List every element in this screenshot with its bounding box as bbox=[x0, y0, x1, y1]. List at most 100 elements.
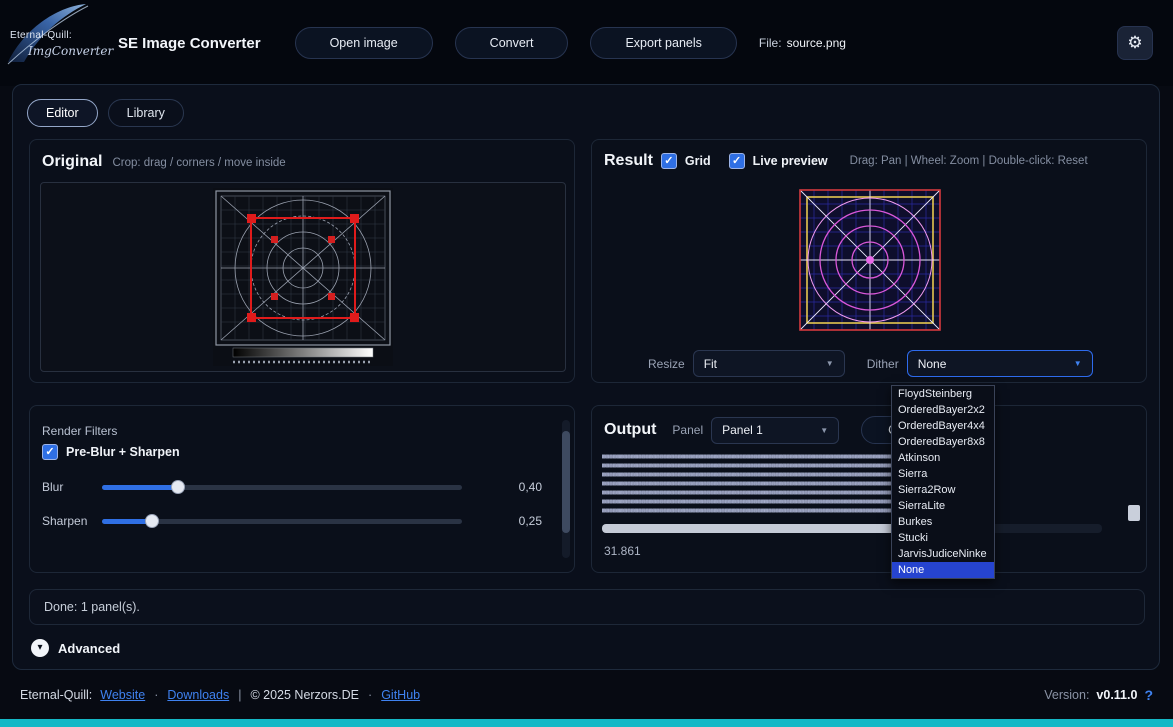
check-icon: ✓ bbox=[45, 445, 55, 458]
original-image bbox=[213, 188, 393, 366]
result-preview[interactable] bbox=[602, 184, 1138, 336]
dither-option[interactable]: Sierra2Row bbox=[892, 482, 994, 498]
version-label: Version: bbox=[1044, 687, 1090, 702]
advanced-toggle[interactable]: ▾ Advanced bbox=[31, 639, 120, 657]
dither-option[interactable]: Atkinson bbox=[892, 450, 994, 466]
output-vscrollbar-thumb[interactable] bbox=[1128, 505, 1140, 522]
render-filters-panel: Render Filters ✓ Pre-Blur + Sharpen Blur… bbox=[29, 405, 575, 573]
downloads-link[interactable]: Downloads bbox=[167, 688, 229, 702]
check-icon: ✓ bbox=[664, 154, 674, 167]
original-title: Original bbox=[42, 153, 103, 170]
export-panels-button[interactable]: Export panels bbox=[590, 27, 737, 59]
output-panel-label: Panel bbox=[672, 423, 704, 437]
tab-library[interactable]: Library bbox=[107, 99, 184, 127]
dither-select[interactable]: None ▼ bbox=[906, 350, 1093, 377]
settings-button[interactable]: ⚙ bbox=[1117, 26, 1153, 60]
logo-line1: Eternal-Quill: bbox=[10, 30, 72, 41]
footer-brand: Eternal-Quill: bbox=[20, 687, 93, 702]
dither-label: Dither bbox=[866, 356, 899, 371]
output-vscrollbar[interactable] bbox=[1128, 452, 1140, 538]
original-panel: Original Crop: drag / corners / move ins… bbox=[29, 139, 575, 383]
check-icon: ✓ bbox=[732, 154, 742, 167]
tab-bar: Editor Library bbox=[27, 99, 184, 127]
website-link[interactable]: Website bbox=[100, 688, 145, 702]
gear-icon: ⚙ bbox=[1127, 33, 1143, 52]
app-logo: Eternal-Quill: ImgConverter bbox=[0, 0, 118, 86]
dither-dropdown: FloydSteinberg OrderedBayer2x2 OrderedBa… bbox=[891, 385, 995, 579]
pre-blur-sharpen-label: Pre-Blur + Sharpen bbox=[66, 445, 180, 459]
dither-option[interactable]: Sierra bbox=[892, 466, 994, 482]
file-label: File: bbox=[758, 36, 782, 50]
result-image bbox=[799, 189, 941, 331]
chevron-down-icon: ▼ bbox=[1073, 359, 1082, 368]
blur-slider[interactable] bbox=[102, 479, 462, 494]
version-value: v0.11.0 bbox=[1096, 687, 1138, 702]
logo-line2: ImgConverter bbox=[28, 44, 114, 58]
app-title: SE Image Converter bbox=[118, 34, 261, 52]
grid-checkbox[interactable]: ✓ bbox=[660, 153, 677, 169]
bottom-accent-bar bbox=[0, 719, 1173, 727]
tab-editor[interactable]: Editor bbox=[27, 99, 98, 127]
sharpen-slider-thumb[interactable] bbox=[145, 513, 160, 528]
output-preview-text[interactable]: ▩▩▩▩▩▩▩▩▩▩▩▩▩▩▩▩▩▩▩▩▩▩▩▩▩▩▩▩▩▩▩▩▩▩▩▩▩▩▩▩… bbox=[602, 452, 1128, 522]
render-filters-title: Render Filters bbox=[42, 424, 118, 438]
resize-label: Resize bbox=[648, 356, 685, 371]
file-name: source.png bbox=[786, 36, 846, 50]
sharpen-slider[interactable] bbox=[102, 513, 462, 528]
topbar: Eternal-Quill: ImgConverter SE Image Con… bbox=[0, 0, 1173, 86]
blur-value: 0,40 bbox=[518, 480, 542, 494]
dither-option[interactable]: FloydSteinberg bbox=[892, 386, 994, 402]
dither-option[interactable]: SierraLite bbox=[892, 498, 994, 514]
pre-blur-sharpen-checkbox[interactable]: ✓ bbox=[42, 444, 58, 460]
result-panel: Result ✓ Grid ✓ Live preview Drag: Pan |… bbox=[591, 139, 1147, 383]
dither-option[interactable]: JarvisJudiceNinke bbox=[892, 546, 994, 562]
dither-select-value: None bbox=[917, 356, 947, 371]
blur-label: Blur bbox=[42, 480, 64, 494]
resize-select-value: Fit bbox=[703, 356, 718, 371]
dither-option-selected[interactable]: None bbox=[892, 562, 994, 578]
quill-feather-icon bbox=[7, 4, 89, 65]
status-text: Done: 1 panel(s). bbox=[44, 600, 140, 614]
github-link[interactable]: GitHub bbox=[381, 688, 420, 702]
chevron-down-icon: ▼ bbox=[825, 359, 834, 368]
open-image-button[interactable]: Open image bbox=[294, 27, 433, 59]
help-icon[interactable]: ? bbox=[1144, 687, 1153, 703]
footer-separator: · bbox=[368, 687, 373, 702]
main-container: Editor Library Original Crop: drag / cor… bbox=[12, 84, 1160, 670]
chevron-down-icon: ▼ bbox=[820, 425, 829, 435]
file-info: File: source.png bbox=[759, 36, 846, 50]
advanced-label: Advanced bbox=[58, 640, 121, 656]
original-preview[interactable] bbox=[40, 182, 566, 372]
footer-separator: | bbox=[238, 687, 242, 702]
footer-copyright: © 2025 Nerzors.DE bbox=[250, 687, 360, 702]
dither-option[interactable]: Burkes bbox=[892, 514, 994, 530]
convert-button[interactable]: Convert bbox=[454, 27, 569, 59]
footer: Eternal-Quill: Website · Downloads | © 2… bbox=[0, 670, 1173, 719]
filters-scrollbar[interactable] bbox=[562, 420, 570, 558]
panel-select-value: Panel 1 bbox=[722, 423, 763, 437]
output-title: Output bbox=[604, 421, 657, 438]
result-pan-zoom-hint: Drag: Pan | Wheel: Zoom | Double-click: … bbox=[849, 155, 1088, 167]
resize-select[interactable]: Fit ▼ bbox=[692, 350, 845, 377]
live-preview-checkbox[interactable]: ✓ bbox=[728, 153, 745, 169]
filters-scrollbar-thumb[interactable] bbox=[562, 431, 570, 534]
dither-option[interactable]: OrderedBayer4x4 bbox=[892, 418, 994, 434]
blur-slider-thumb[interactable] bbox=[170, 479, 185, 494]
dither-option[interactable]: OrderedBayer8x8 bbox=[892, 434, 994, 450]
panel-select[interactable]: Panel 1 ▼ bbox=[711, 416, 840, 444]
footer-separator: · bbox=[154, 687, 159, 702]
output-panel: Output Panel Panel 1 ▼ Copy ▩▩▩▩▩▩▩▩▩▩▩▩… bbox=[591, 405, 1147, 573]
dither-option[interactable]: OrderedBayer2x2 bbox=[892, 402, 994, 418]
sharpen-value: 0,25 bbox=[518, 514, 542, 528]
original-crop-hint: Crop: drag / corners / move inside bbox=[112, 157, 286, 169]
dither-option[interactable]: Stucki bbox=[892, 530, 994, 546]
chevron-down-circle-icon: ▾ bbox=[31, 639, 49, 657]
sharpen-label: Sharpen bbox=[42, 514, 88, 528]
grid-checkbox-label: Grid bbox=[684, 154, 711, 168]
result-controls: Resize Fit ▼ Dither None ▼ bbox=[602, 350, 1138, 377]
output-hscrollbar[interactable] bbox=[602, 524, 1102, 533]
live-preview-checkbox-label: Live preview bbox=[752, 154, 828, 168]
result-title: Result bbox=[604, 152, 653, 169]
output-char-count: 31.861 bbox=[604, 544, 641, 558]
status-bar: Done: 1 panel(s). bbox=[29, 589, 1145, 625]
